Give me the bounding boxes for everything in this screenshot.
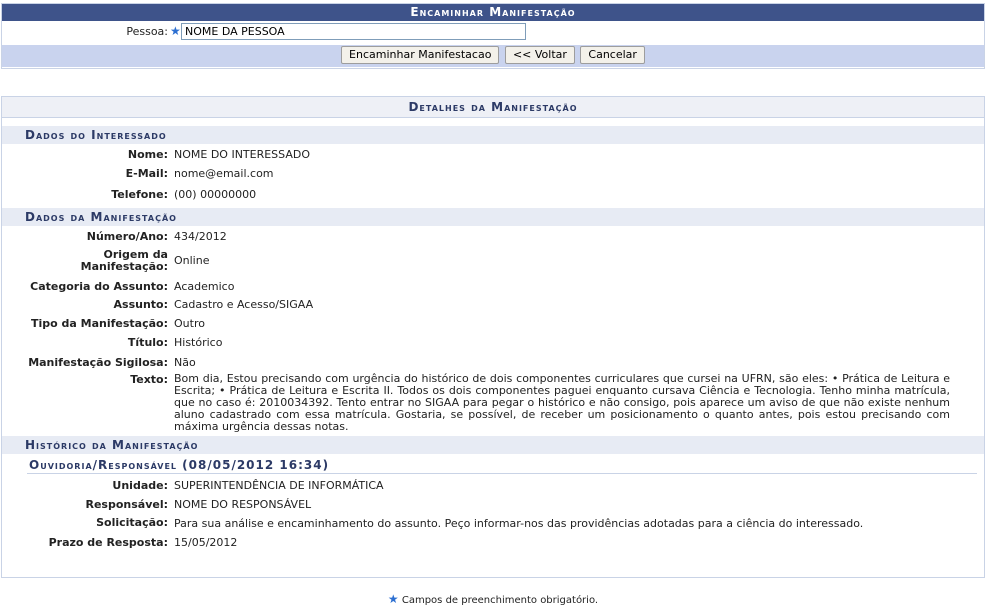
responsavel-label: Responsável: <box>85 498 168 511</box>
origem-value: Online <box>174 254 210 267</box>
voltar-button[interactable]: << Voltar <box>504 46 575 64</box>
solicitacao-value: Para sua análise e encaminhamento do ass… <box>174 517 864 530</box>
pessoa-label: Pessoa: <box>126 25 168 38</box>
texto-label: Texto: <box>130 373 168 386</box>
email-label: E-Mail: <box>125 167 168 180</box>
required-star-icon: ★ <box>170 24 181 38</box>
telefone-value: (00) 00000000 <box>174 188 257 201</box>
tipo-label: Tipo da Manifestação: <box>30 317 168 330</box>
form-buttons-bar: Encaminhar Manifestacao << Voltar Cancel… <box>2 45 984 67</box>
categoria-row: Categoria do Assunto: Academico <box>2 277 984 295</box>
texto-value: Bom dia, Estou precisando com urgência d… <box>174 372 950 433</box>
tipo-value: Outro <box>174 317 205 330</box>
email-row: E-Mail: nome@email.com <box>2 164 984 184</box>
telefone-row: Telefone: (00) 00000000 <box>2 184 984 204</box>
unidade-value: SUPERINTENDÊNCIA DE INFORMÁTICA <box>174 479 384 492</box>
assunto-row: Assunto: Cadastro e Acesso/SIGAA <box>2 295 984 314</box>
sigilosa-row: Manifestação Sigilosa: Não <box>2 352 984 370</box>
categoria-label: Categoria do Assunto: <box>30 280 168 293</box>
detalhes-manifestacao: Detalhes da Manifestação Dados do Intere… <box>1 96 985 578</box>
texto-row: Texto: Bom dia, Estou precisando com urg… <box>2 370 984 436</box>
sigilosa-value: Não <box>174 356 196 369</box>
details-title: Detalhes da Manifestação <box>2 97 984 118</box>
solicitacao-row: Solicitação: Para sua análise e encaminh… <box>2 512 984 532</box>
section-historico-manifestacao: Histórico da Manifestação <box>2 436 984 454</box>
titulo-label: Título: <box>127 336 168 349</box>
prazo-label: Prazo de Resposta: <box>48 536 168 549</box>
responsavel-value: NOME DO RESPONSÁVEL <box>174 498 312 511</box>
required-fields-note-text: Campos de preenchimento obrigatório. <box>401 595 599 606</box>
unidade-label: Unidade: <box>112 479 168 492</box>
titulo-row: Título: Histórico <box>2 333 984 352</box>
telefone-label: Telefone: <box>111 188 168 201</box>
section-dados-interessado: Dados do Interessado <box>2 126 984 144</box>
tipo-row: Tipo da Manifestação: Outro <box>2 314 984 333</box>
numero-label: Número/Ano: <box>86 230 168 243</box>
unidade-row: Unidade: SUPERINTENDÊNCIA DE INFORMÁTICA <box>2 474 984 494</box>
assunto-value: Cadastro e Acesso/SIGAA <box>174 298 314 311</box>
prazo-row: Prazo de Resposta: 15/05/2012 <box>2 532 984 550</box>
sigilosa-label: Manifestação Sigilosa: <box>28 356 168 369</box>
email-value: nome@email.com <box>174 167 274 180</box>
responsavel-row: Responsável: NOME DO RESPONSÁVEL <box>2 494 984 512</box>
historico-entry-title: Ouvidoria/Responsável (08/05/2012 16:34) <box>27 454 977 474</box>
nome-value: NOME DO INTERESSADO <box>174 148 311 161</box>
numero-value: 434/2012 <box>174 230 227 243</box>
required-star-icon: ★ <box>387 592 399 606</box>
form-title: Encaminhar Manifestação <box>2 4 984 21</box>
titulo-value: Histórico <box>174 336 223 349</box>
solicitacao-label: Solicitação: <box>96 516 168 529</box>
pessoa-input[interactable] <box>181 23 526 40</box>
prazo-value: 15/05/2012 <box>174 536 238 549</box>
section-dados-manifestacao: Dados da Manifestação <box>2 208 984 226</box>
numero-row: Número/Ano: 434/2012 <box>2 226 984 244</box>
pessoa-row: Pessoa: ★ <box>2 21 984 45</box>
origem-row: Origem da Manifestação: Online <box>2 244 984 277</box>
nome-label: Nome: <box>127 148 168 161</box>
assunto-label: Assunto: <box>113 298 168 311</box>
encaminhar-form: Encaminhar Manifestação Pessoa: ★ Encami… <box>1 3 985 69</box>
categoria-value: Academico <box>174 280 235 293</box>
nome-row: Nome: NOME DO INTERESSADO <box>2 144 984 164</box>
encaminhar-manifestacao-button[interactable]: Encaminhar Manifestacao <box>341 46 500 64</box>
origem-label-line2: Manifestação: <box>80 260 168 273</box>
cancelar-button[interactable]: Cancelar <box>580 46 645 64</box>
required-fields-note: ★ Campos de preenchimento obrigatório. <box>0 592 986 606</box>
